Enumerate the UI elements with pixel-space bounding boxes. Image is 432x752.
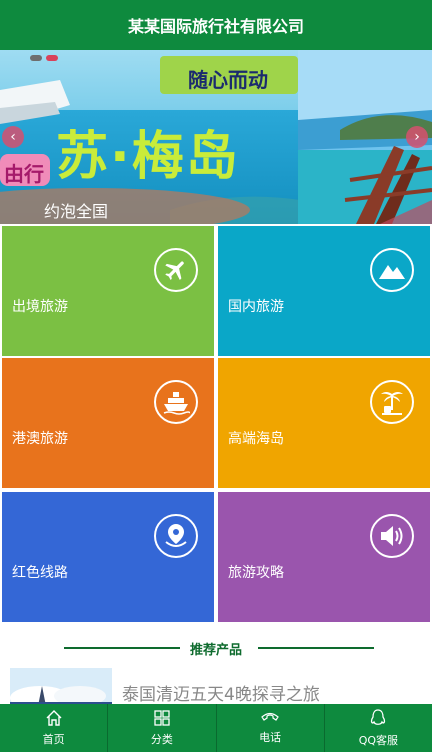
carousel-next-button[interactable]: › xyxy=(406,126,428,148)
tile-hk-macau-travel[interactable]: 港澳旅游 xyxy=(2,358,214,488)
tile-label: 出境旅游 xyxy=(12,299,68,315)
home-icon xyxy=(46,710,62,726)
section-header: 推荐产品 xyxy=(0,636,432,660)
divider xyxy=(258,647,374,649)
bottom-tab-bar: 首页 分类 电话 QQ客服 xyxy=(0,704,432,752)
tile-label: 红色线路 xyxy=(12,565,68,581)
app-header: 某某国际旅行社有限公司 xyxy=(0,0,432,50)
banner-caption: 约泡全国 xyxy=(44,202,109,221)
carousel-indicators xyxy=(30,55,58,61)
tab-label: 分类 xyxy=(150,733,173,746)
banner-headline: 苏·梅岛 xyxy=(56,127,240,187)
tile-label: 旅游攻略 xyxy=(228,565,284,581)
tile-premium-island[interactable]: 高端海岛 xyxy=(218,358,430,488)
tab-qq-service[interactable]: QQ客服 xyxy=(323,704,432,752)
tile-label: 港澳旅游 xyxy=(12,431,68,447)
qq-penguin-icon xyxy=(371,709,386,725)
carousel-dot-2[interactable] xyxy=(46,55,58,61)
tab-label: 首页 xyxy=(42,733,65,746)
grid-icon xyxy=(154,710,170,726)
phone-icon xyxy=(261,712,279,721)
banner-carousel[interactable]: 随心而动 苏·梅岛 由行 约泡全国 ‹ › xyxy=(0,50,432,224)
tile-label: 国内旅游 xyxy=(228,299,284,315)
tile-domestic-travel[interactable]: 国内旅游 xyxy=(218,226,430,356)
tab-home[interactable]: 首页 xyxy=(0,704,107,752)
tile-outbound-travel[interactable]: 出境旅游 xyxy=(2,226,214,356)
product-title: 泰国清迈五天4晚探寻之旅 xyxy=(122,685,320,705)
ship-icon xyxy=(154,380,198,424)
map-pin-icon xyxy=(154,514,198,558)
carousel-dot-1[interactable] xyxy=(30,55,42,61)
speaker-icon xyxy=(370,514,414,558)
banner-slogan: 随心而动 xyxy=(188,68,268,92)
tab-label: QQ客服 xyxy=(358,734,399,747)
page-title: 某某国际旅行社有限公司 xyxy=(127,17,304,36)
airplane-icon xyxy=(154,248,198,292)
tile-red-routes[interactable]: 红色线路 xyxy=(2,492,214,622)
tab-label: 电话 xyxy=(259,731,282,744)
mountain-icon xyxy=(370,248,414,292)
tile-travel-guide[interactable]: 旅游攻略 xyxy=(218,492,430,622)
tab-category[interactable]: 分类 xyxy=(107,704,215,752)
tab-phone[interactable]: 电话 xyxy=(215,704,324,752)
product-item[interactable]: 泰国清迈五天4晚探寻之旅 xyxy=(10,668,420,708)
carousel-prev-button[interactable]: ‹ xyxy=(2,126,24,148)
product-thumbnail[interactable] xyxy=(10,668,112,708)
palm-island-icon xyxy=(370,380,414,424)
tile-label: 高端海岛 xyxy=(228,431,284,447)
banner-side-text: 由行 xyxy=(4,162,44,186)
